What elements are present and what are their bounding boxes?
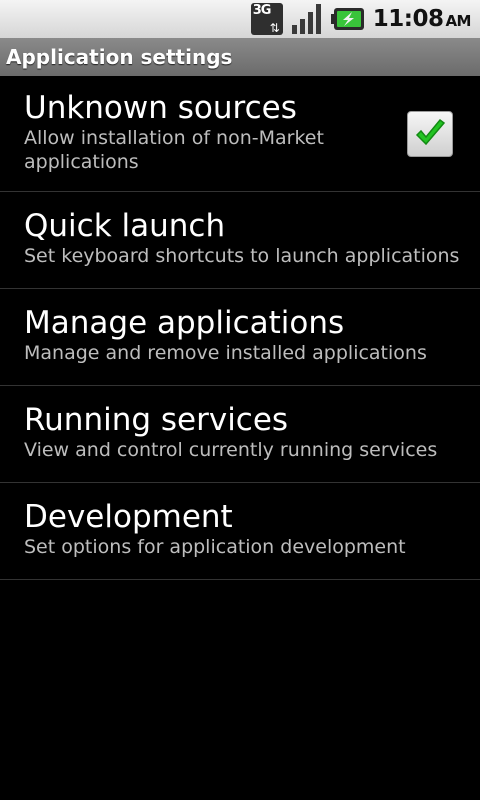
unknown-sources-checkbox[interactable] [407, 111, 453, 157]
status-bar: 3G ⇅ 11:08 AM [0, 0, 480, 38]
setting-summary: Set options for application development [24, 536, 406, 558]
clock-time: 11:08 [372, 6, 444, 32]
setting-development[interactable]: Development Set options for application … [0, 483, 480, 580]
signal-icon [291, 4, 321, 34]
network-label: 3G [252, 3, 272, 18]
setting-unknown-sources[interactable]: Unknown sources Allow installation of no… [0, 76, 480, 192]
battery-charging-icon [330, 8, 364, 30]
setting-quick-launch[interactable]: Quick launch Set keyboard shortcuts to l… [0, 192, 480, 289]
setting-title: Quick launch [24, 208, 226, 244]
setting-running-services[interactable]: Running services View and control curren… [0, 386, 480, 483]
page-title: Application settings [6, 45, 233, 69]
clock-ampm: AM [445, 12, 471, 30]
setting-summary: View and control currently running servi… [24, 439, 438, 461]
network-3g-icon: 3G ⇅ [250, 3, 283, 35]
setting-title: Manage applications [24, 305, 345, 341]
settings-list: Unknown sources Allow installation of no… [0, 76, 480, 580]
status-clock: 11:08 AM [372, 6, 472, 32]
setting-manage-applications[interactable]: Manage applications Manage and remove in… [0, 289, 480, 386]
setting-summary: Set keyboard shortcuts to launch applica… [24, 245, 460, 267]
title-bar: Application settings [0, 38, 480, 76]
setting-summary: Manage and remove installed applications [24, 342, 427, 364]
checkmark-icon [415, 118, 446, 146]
setting-summary: Allow installation of non-Market applica… [24, 127, 324, 173]
setting-title: Development [24, 499, 233, 535]
status-icons: 3G ⇅ 11:08 AM [250, 0, 480, 38]
setting-title: Running services [24, 402, 289, 438]
